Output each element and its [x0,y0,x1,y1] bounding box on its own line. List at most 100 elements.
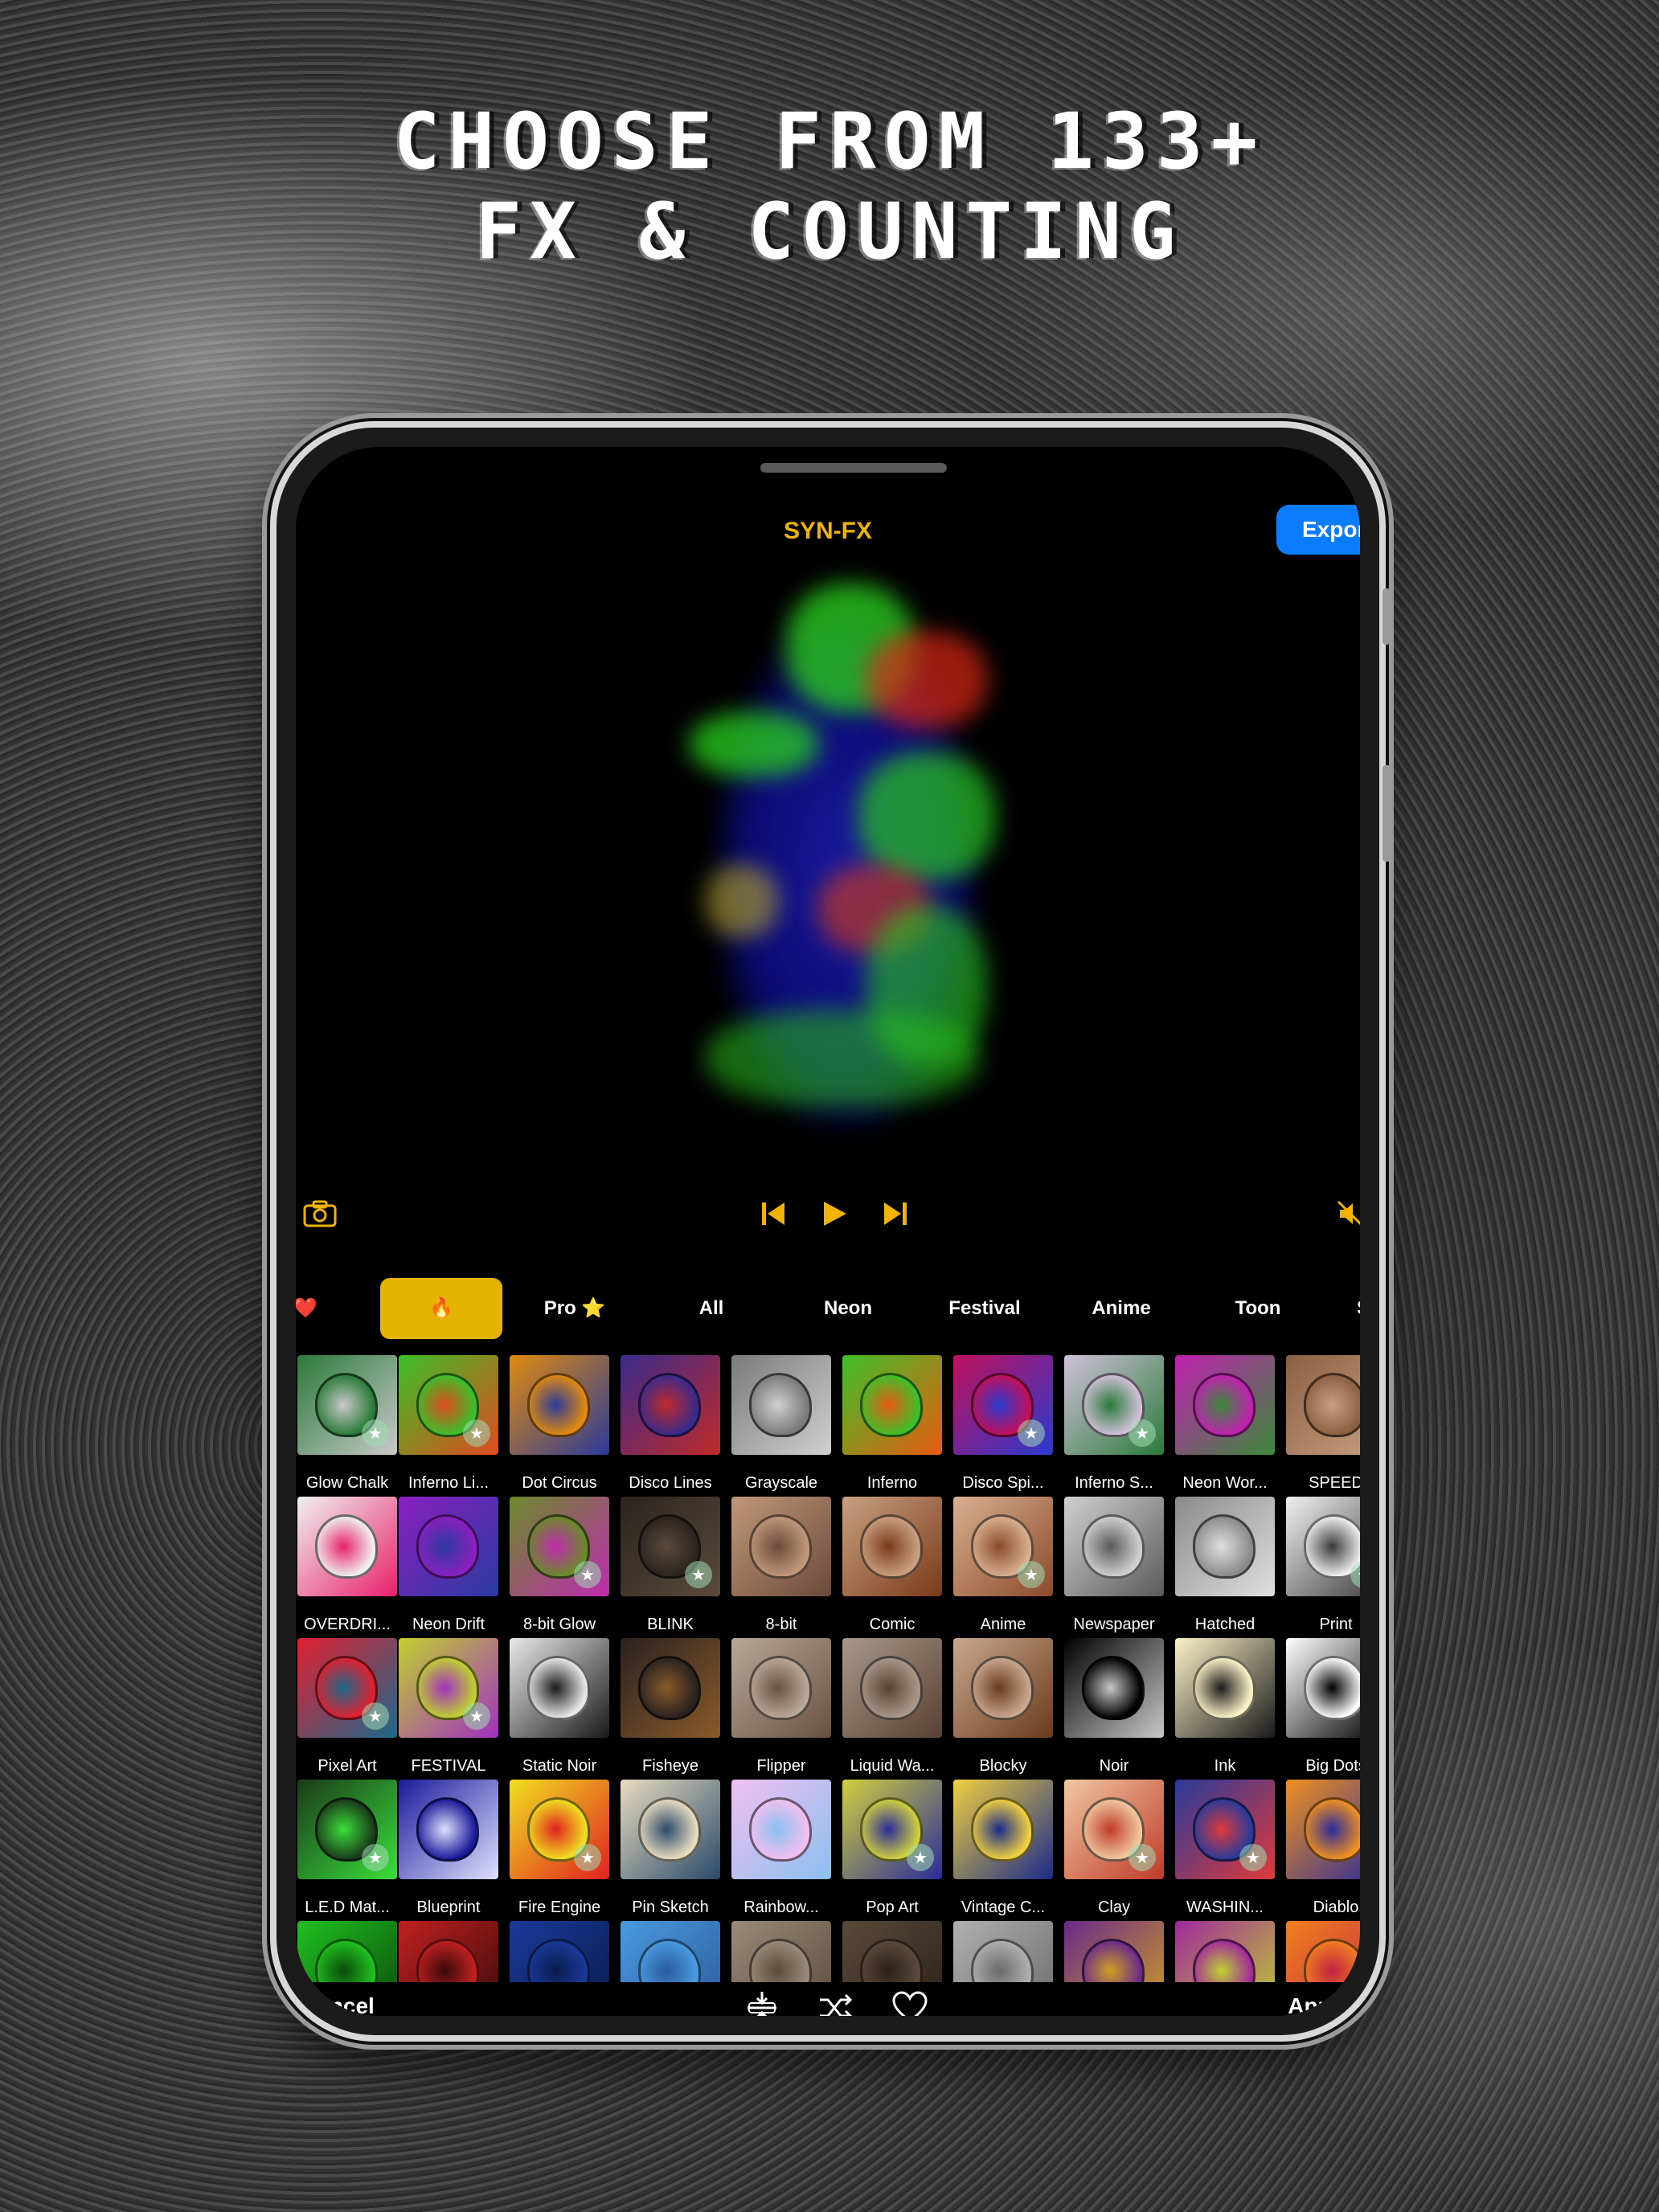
effect-thumbnail[interactable] [1175,1921,1275,1982]
effect-tile[interactable]: Fisheye [621,1638,720,1780]
shuffle-button[interactable] [817,1989,855,2016]
tab-hot[interactable]: 🔥 [380,1278,502,1339]
effect-thumbnail[interactable] [510,1355,609,1455]
effect-tile[interactable]: Diablo [1286,1780,1360,1921]
effect-thumbnail[interactable] [399,1497,498,1596]
effect-tile[interactable]: Pin Sketch [621,1780,720,1921]
effect-tile[interactable]: Rainbow... [731,1780,831,1921]
effect-thumbnail[interactable] [1286,1638,1360,1738]
effect-thumbnail[interactable] [1064,1921,1164,1982]
effect-tile[interactable]: Newspaper [1064,1497,1164,1638]
camera-button[interactable] [301,1194,339,1233]
effect-thumbnail[interactable] [953,1921,1053,1982]
split-button[interactable] [743,1989,781,2016]
effect-tile[interactable]: ★ Anime [953,1497,1053,1638]
effect-thumbnail[interactable] [297,1921,397,1982]
effect-thumbnail[interactable]: ★ [953,1355,1053,1455]
effect-tile[interactable]: Hatched [1175,1497,1275,1638]
effect-thumbnail[interactable] [1175,1497,1275,1596]
effect-tile[interactable]: OVERDRI... [297,1497,397,1638]
effect-thumbnail[interactable] [621,1355,720,1455]
effect-tile[interactable]: Blueprint [399,1780,498,1921]
export-button[interactable]: Export [1276,505,1360,555]
effect-tile[interactable] [731,1921,831,1982]
effect-thumbnail[interactable] [510,1638,609,1738]
effect-thumbnail[interactable] [731,1921,831,1982]
effect-thumbnail[interactable] [1175,1355,1275,1455]
effect-thumbnail[interactable] [842,1355,942,1455]
effect-thumbnail[interactable] [1064,1638,1164,1738]
effect-thumbnail[interactable] [842,1921,942,1982]
skip-forward-button[interactable] [876,1194,915,1233]
effect-tile[interactable]: Neon Drift [399,1497,498,1638]
effect-tile[interactable]: Noir [1064,1638,1164,1780]
effect-tile[interactable]: Blocky [953,1638,1053,1780]
effect-thumbnail[interactable]: ★ [399,1638,498,1738]
effect-tile[interactable] [1064,1921,1164,1982]
effect-tile[interactable]: SPEED [1286,1355,1360,1497]
effect-thumbnail[interactable]: ★ [510,1780,609,1879]
effect-thumbnail[interactable]: ★ [510,1497,609,1596]
effect-thumbnail[interactable] [399,1921,498,1982]
effect-thumbnail[interactable]: ★ [953,1497,1053,1596]
tab-festival[interactable]: Festival [916,1278,1053,1339]
effect-thumbnail[interactable] [510,1921,609,1982]
tab-pro[interactable]: Pro ⭐ [514,1278,635,1339]
effect-tile[interactable]: ★ Fire Engine [510,1780,609,1921]
effect-tile[interactable]: Disco Lines [621,1355,720,1497]
effect-thumbnail[interactable] [1175,1638,1275,1738]
effect-tile[interactable]: 8-bit [731,1497,831,1638]
tab-anime[interactable]: Anime [1061,1278,1182,1339]
effect-thumbnail[interactable] [842,1497,942,1596]
effect-tile[interactable]: Vintage C... [953,1780,1053,1921]
tab-neon[interactable]: Neon [788,1278,908,1339]
effect-tile[interactable]: Inferno [842,1355,942,1497]
effect-tile[interactable]: ★ L.E.D Mat... [297,1780,397,1921]
effect-thumbnail[interactable] [621,1638,720,1738]
effect-thumbnail[interactable] [1064,1497,1164,1596]
effect-thumbnail[interactable] [953,1638,1053,1738]
effect-thumbnail[interactable] [953,1780,1053,1879]
effect-thumbnail[interactable] [731,1497,831,1596]
skip-back-button[interactable] [754,1194,793,1233]
favorite-button[interactable] [891,1989,929,2016]
effect-thumbnail[interactable]: ★ [1064,1780,1164,1879]
effect-tile[interactable] [399,1921,498,1982]
effect-tile[interactable]: ★ Glow Chalk [297,1355,397,1497]
effect-thumbnail[interactable]: ★ [297,1638,397,1738]
mute-button[interactable] [1334,1194,1360,1233]
effect-thumbnail[interactable] [731,1638,831,1738]
effect-tile[interactable]: ★ Inferno Li... [399,1355,498,1497]
tab-all[interactable]: All [651,1278,772,1339]
tab-favorites[interactable]: ❤️ [296,1278,320,1339]
effect-tile[interactable]: ★ Inferno S... [1064,1355,1164,1497]
effect-tile[interactable]: ★ Pixel Art [297,1638,397,1780]
effect-thumbnail[interactable]: ★ [297,1355,397,1455]
effect-thumbnail[interactable] [1286,1780,1360,1879]
effect-tile[interactable]: ★ WASHIN... [1175,1780,1275,1921]
effect-thumbnail[interactable] [297,1497,397,1596]
cancel-button[interactable]: Cancel [301,1993,375,2016]
effect-tile[interactable]: ★ FESTIVAL [399,1638,498,1780]
effect-tile[interactable]: Liquid Wa... [842,1638,942,1780]
effect-thumbnail[interactable] [731,1780,831,1879]
effect-tile[interactable]: Big Dots [1286,1638,1360,1780]
effect-tile[interactable]: Neon Wor... [1175,1355,1275,1497]
effect-tile[interactable]: Ink [1175,1638,1275,1780]
effect-thumbnail[interactable]: ★ [842,1780,942,1879]
sheet-grabber[interactable] [760,463,947,473]
effect-thumbnail[interactable]: ★ [399,1355,498,1455]
effect-tile[interactable]: Grayscale [731,1355,831,1497]
apply-button[interactable]: Apply [1288,1993,1350,2016]
effect-thumbnail[interactable] [399,1780,498,1879]
effect-thumbnail[interactable]: ★ [1064,1355,1164,1455]
effect-tile[interactable] [621,1921,720,1982]
effect-tile[interactable]: ★ Pop Art [842,1780,942,1921]
effect-tile[interactable]: ★ 8-bit Glow [510,1497,609,1638]
effect-tile[interactable]: Static Noir [510,1638,609,1780]
effect-tile[interactable]: ★ Disco Spi... [953,1355,1053,1497]
effect-thumbnail[interactable] [621,1921,720,1982]
effect-thumbnail[interactable] [621,1780,720,1879]
effect-thumbnail[interactable]: ★ [1286,1497,1360,1596]
tab-toon[interactable]: Toon [1198,1278,1318,1339]
